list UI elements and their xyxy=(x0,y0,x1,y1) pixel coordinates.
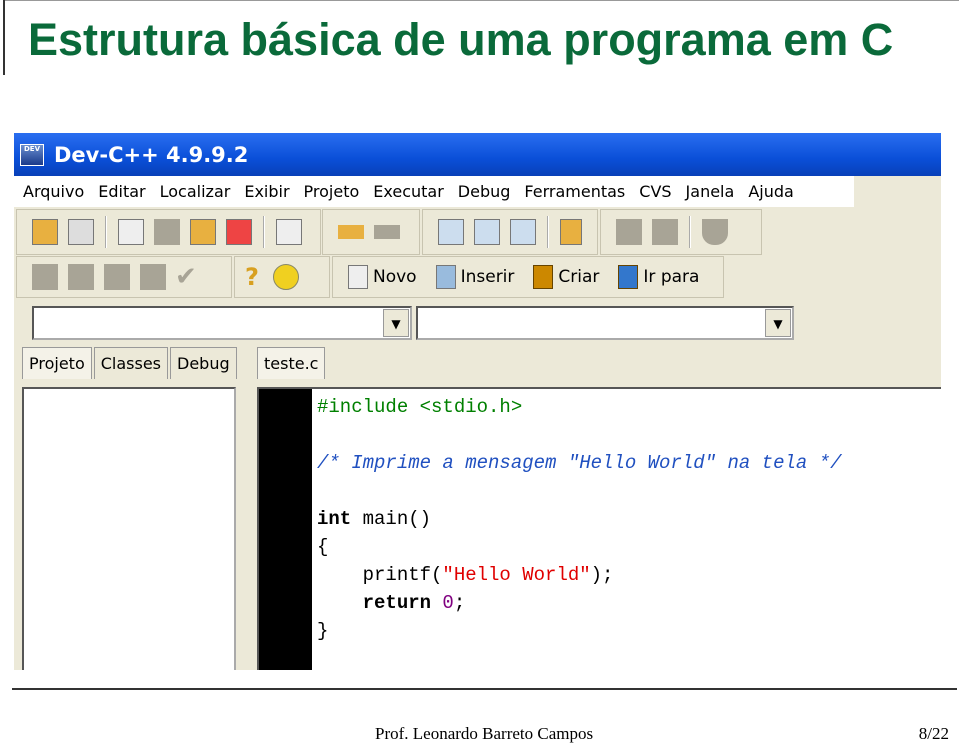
undo-icon[interactable] xyxy=(338,225,364,239)
code-return: return xyxy=(317,592,432,614)
replace-icon[interactable] xyxy=(474,219,500,245)
rebuild-icon[interactable] xyxy=(140,264,166,290)
slide-left-border xyxy=(3,0,5,75)
code-int: int xyxy=(317,508,352,530)
toolbar-build: ✔ xyxy=(16,256,232,298)
toolbar-search xyxy=(422,209,598,255)
menu-bar: Arquivo Editar Localizar Exibir Projeto … xyxy=(14,176,854,207)
menu-debug[interactable]: Debug xyxy=(458,182,511,201)
menu-janela[interactable]: Janela xyxy=(686,182,735,201)
code-editor[interactable]: #include <stdio.h> /* Imprime a mensagem… xyxy=(257,387,941,670)
compile-icon[interactable] xyxy=(32,264,58,290)
editor-gutter xyxy=(259,389,312,670)
toolbar-project: Novo Inserir Criar Ir para xyxy=(332,256,724,298)
find-next-icon[interactable] xyxy=(510,219,536,245)
check-icon[interactable]: ✔ xyxy=(175,262,197,292)
insert-icon xyxy=(435,265,456,289)
open-project-icon[interactable] xyxy=(32,219,58,245)
menu-executar[interactable]: Executar xyxy=(373,182,444,201)
bookmark-icon[interactable] xyxy=(702,219,728,245)
code-text: #include <stdio.h> /* Imprime a mensagem… xyxy=(317,393,842,645)
menu-exibir[interactable]: Exibir xyxy=(244,182,289,201)
goto-icon xyxy=(618,265,639,289)
toolbar-help: ? xyxy=(234,256,330,298)
inserir-button[interactable]: Inserir xyxy=(431,265,515,289)
tab-debug[interactable]: Debug xyxy=(170,347,237,379)
unindent-icon[interactable] xyxy=(652,219,678,245)
menu-localizar[interactable]: Localizar xyxy=(160,182,231,201)
member-combo[interactable]: ▼ xyxy=(416,306,794,340)
toolbar-separator xyxy=(547,216,549,248)
menu-ajuda[interactable]: Ajuda xyxy=(748,182,794,201)
left-panel-tabs: Projeto Classes Debug xyxy=(22,347,239,379)
new-icon[interactable] xyxy=(118,219,144,245)
novo-label: Novo xyxy=(373,267,417,287)
open-file-icon[interactable] xyxy=(68,219,94,245)
code-return-value: 0 xyxy=(431,592,454,614)
ir-para-button[interactable]: Ir para xyxy=(613,265,699,289)
toolbar-compile xyxy=(600,209,762,255)
devcpp-window: DEV Dev-C++ 4.9.9.2 Arquivo Editar Local… xyxy=(14,133,941,670)
menu-ferramentas[interactable]: Ferramentas xyxy=(524,182,625,201)
help-icon[interactable]: ? xyxy=(245,263,259,291)
menu-projeto[interactable]: Projeto xyxy=(304,182,360,201)
goto-line-icon[interactable] xyxy=(560,219,582,245)
compile-run-icon[interactable] xyxy=(104,264,130,290)
toolbar-edit xyxy=(322,209,420,255)
menu-cvs[interactable]: CVS xyxy=(639,182,671,201)
menu-arquivo[interactable]: Arquivo xyxy=(23,182,84,201)
run-icon[interactable] xyxy=(68,264,94,290)
code-close-brace: } xyxy=(317,620,329,642)
page-number: 8/22 xyxy=(918,724,949,743)
new-file-icon xyxy=(348,265,368,289)
code-open-brace: { xyxy=(317,536,329,558)
tab-teste-c[interactable]: teste.c xyxy=(257,347,326,379)
project-tree-panel[interactable] xyxy=(22,387,236,670)
title-bar: DEV Dev-C++ 4.9.9.2 xyxy=(14,133,941,176)
devcpp-app-icon: DEV xyxy=(20,143,44,166)
toolbar-separator xyxy=(689,216,691,248)
create-icon xyxy=(533,265,554,289)
toolbar-separator xyxy=(105,216,107,248)
inserir-label: Inserir xyxy=(460,267,515,287)
code-comment: /* Imprime a mensagem "Hello World" na t… xyxy=(317,452,842,474)
print-icon[interactable] xyxy=(276,219,302,245)
window-title: Dev-C++ 4.9.9.2 xyxy=(54,142,249,167)
code-printf-end: ); xyxy=(590,564,614,586)
novo-button[interactable]: Novo xyxy=(343,265,417,289)
tab-classes[interactable]: Classes xyxy=(93,347,169,379)
tab-projeto[interactable]: Projeto xyxy=(22,347,92,379)
slide-top-border xyxy=(3,0,959,1)
toolbar-separator xyxy=(263,216,265,248)
code-printf: printf( xyxy=(317,564,443,586)
chevron-down-icon[interactable]: ▼ xyxy=(765,309,791,337)
code-include: #include <stdio.h> xyxy=(317,396,523,418)
indent-icon[interactable] xyxy=(616,219,642,245)
save-all-icon[interactable] xyxy=(190,219,216,245)
toolbar-file xyxy=(16,209,321,255)
close-file-icon[interactable] xyxy=(226,219,252,245)
editor-tabs: teste.c xyxy=(257,347,327,379)
class-combo[interactable]: ▼ xyxy=(32,306,412,340)
footer-author: Prof. Leonardo Barreto Campos xyxy=(375,724,594,743)
code-string: "Hello World" xyxy=(442,564,591,586)
slide-title: Estrutura básica de uma programa em C xyxy=(28,14,894,65)
menu-editar[interactable]: Editar xyxy=(98,182,145,201)
code-semicolon: ; xyxy=(453,592,466,614)
code-main: main() xyxy=(351,508,432,530)
redo-icon[interactable] xyxy=(374,225,400,239)
find-icon[interactable] xyxy=(438,219,464,245)
about-smiley-icon[interactable] xyxy=(272,264,299,290)
chevron-down-icon[interactable]: ▼ xyxy=(383,309,409,337)
save-disabled-icon[interactable] xyxy=(154,219,180,245)
criar-label: Criar xyxy=(558,267,600,287)
ir-para-label: Ir para xyxy=(643,267,700,287)
criar-button[interactable]: Criar xyxy=(528,265,599,289)
footer-divider xyxy=(12,688,957,690)
